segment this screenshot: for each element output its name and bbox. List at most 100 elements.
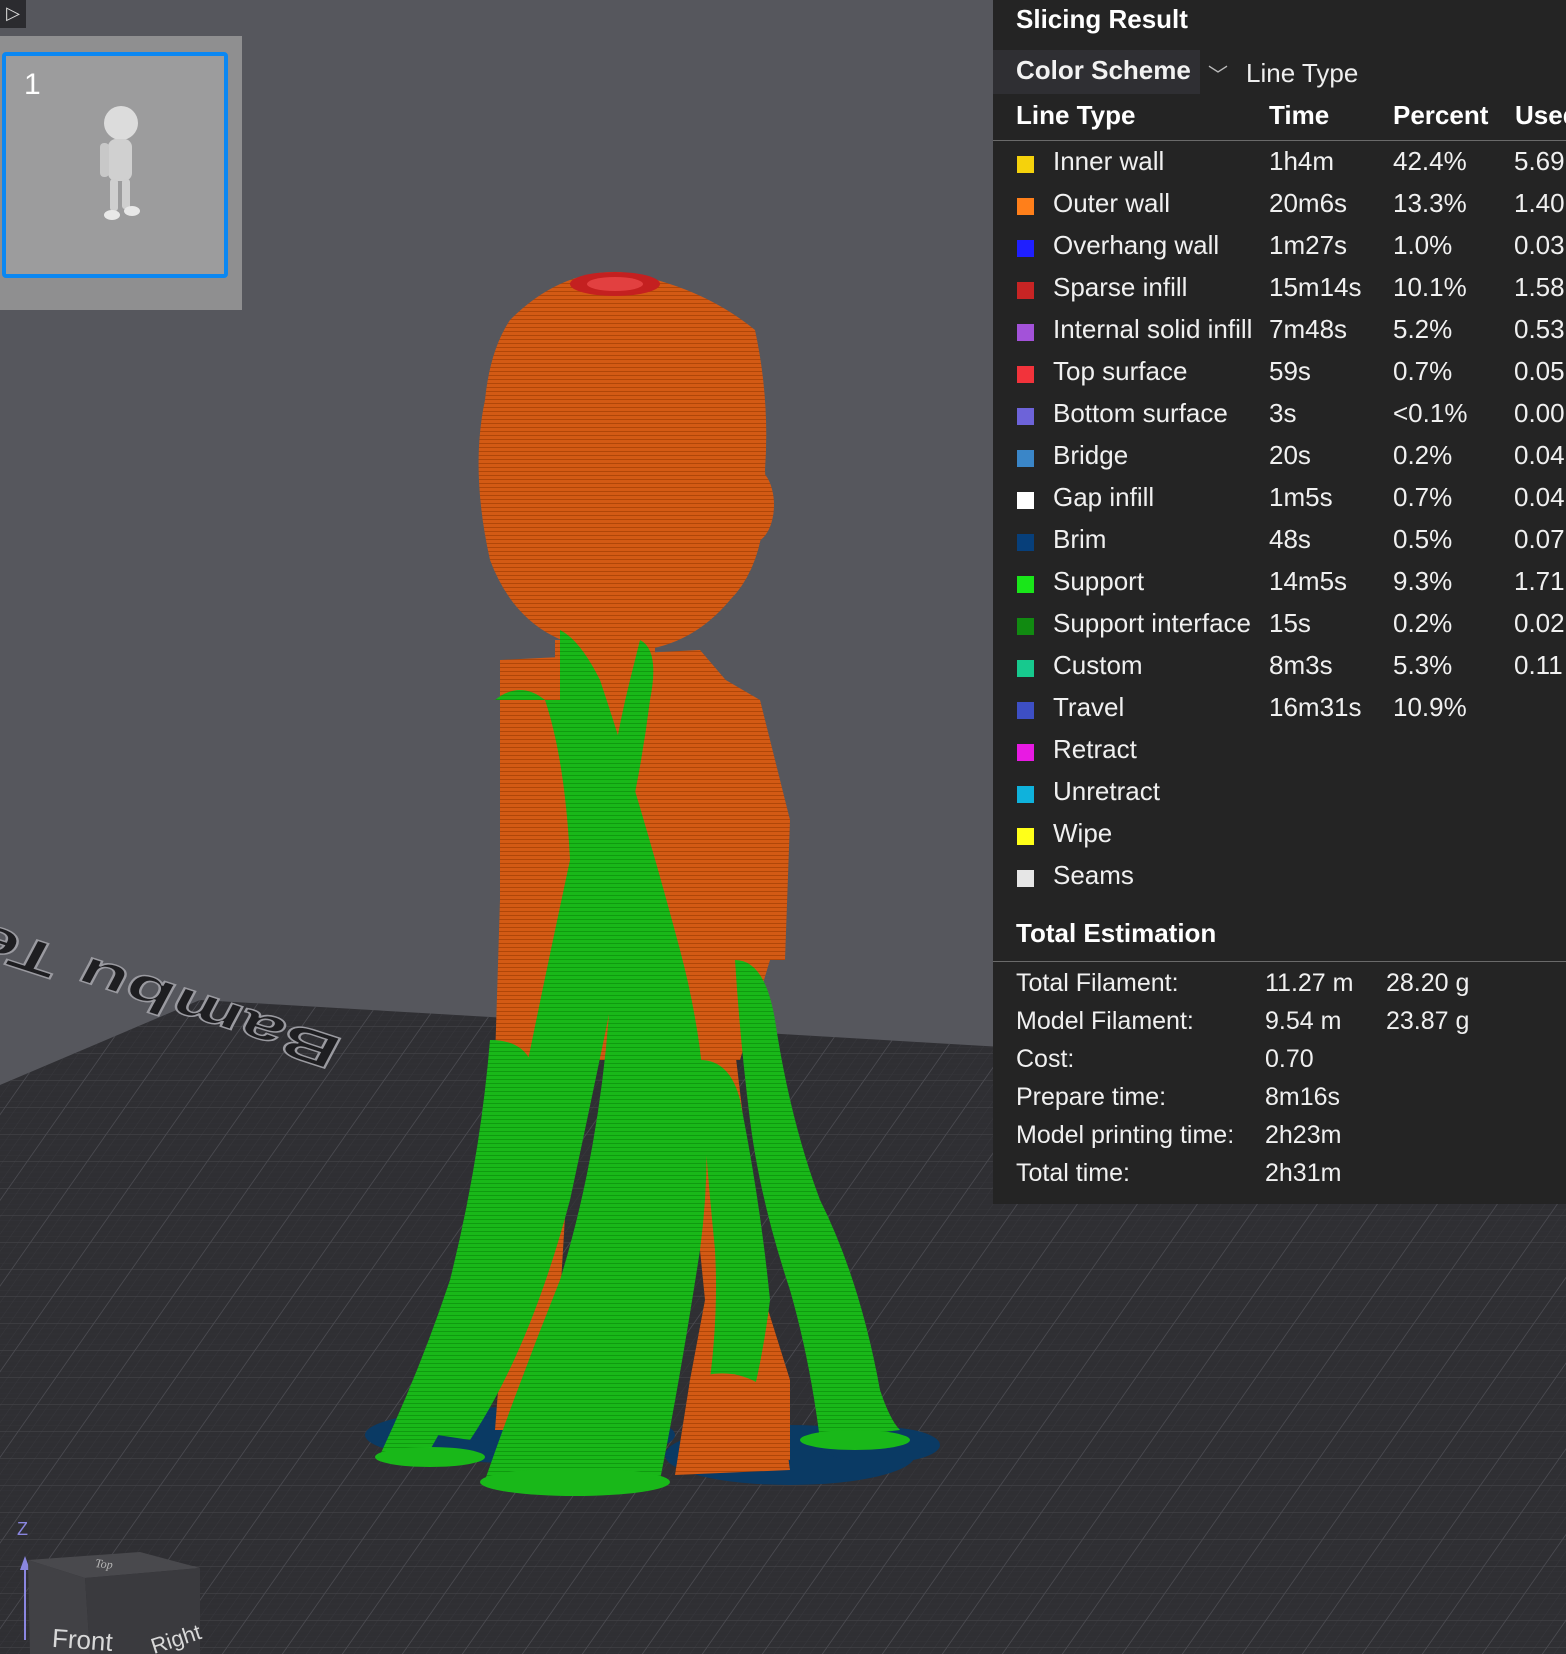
line-type-percent: 0.2% (1393, 440, 1453, 470)
color-swatch-icon[interactable] (1017, 870, 1034, 887)
line-type-row[interactable]: Wipe (993, 814, 1566, 856)
color-swatch-icon[interactable] (1017, 618, 1034, 635)
line-type-row[interactable]: Travel 16m31s 10.9% (993, 688, 1566, 730)
line-type-time: 3s (1269, 398, 1297, 428)
estimation-label: Model Filament: (1016, 1007, 1194, 1035)
plate-number: 1 (24, 68, 41, 101)
estimation-value: 8m16s (1265, 1083, 1341, 1111)
color-swatch-icon[interactable] (1017, 156, 1034, 173)
color-swatch-icon[interactable] (1017, 324, 1034, 341)
estimation-value-secondary: 23.87 g (1386, 1007, 1470, 1035)
color-scheme-value: Line Type (1246, 58, 1359, 88)
estimation-row: Total Filament: 11.27 m 28.20 g (1016, 966, 1566, 1004)
line-type-row[interactable]: Support 14m5s 9.3% 1.71 (993, 562, 1566, 604)
color-swatch-icon[interactable] (1017, 744, 1034, 761)
color-swatch-icon[interactable] (1017, 366, 1034, 383)
line-type-row[interactable]: Sparse infill 15m14s 10.1% 1.58 (993, 268, 1566, 310)
color-swatch-icon[interactable] (1017, 576, 1034, 593)
line-type-used: 0.53 (1514, 314, 1565, 344)
line-type-used: 1.71 (1514, 566, 1565, 596)
estimation-label: Model printing time: (1016, 1121, 1235, 1149)
color-swatch-icon[interactable] (1017, 786, 1034, 803)
line-type-row[interactable]: Retract (993, 730, 1566, 772)
collapse-panel-toggle[interactable]: ▷ (0, 0, 26, 28)
color-swatch-icon[interactable] (1017, 492, 1034, 509)
estimation-label: Prepare time: (1016, 1083, 1167, 1111)
line-type-percent: 0.2% (1393, 608, 1453, 638)
estimation-value: 11.27 m (1265, 969, 1354, 997)
line-type-used: 0.05 (1514, 356, 1565, 386)
color-swatch-icon[interactable] (1017, 450, 1034, 467)
line-type-percent: 0.5% (1393, 524, 1453, 554)
color-swatch-icon[interactable] (1017, 240, 1034, 257)
estimation-row: Prepare time: 8m16s (1016, 1080, 1566, 1118)
line-type-row[interactable]: Internal solid infill 7m48s 5.2% 0.53 (993, 310, 1566, 352)
col-line-type: Line Type (1016, 100, 1136, 130)
line-type-name: Travel (1053, 692, 1125, 722)
cube-top-label: Top (95, 1556, 114, 1572)
line-type-row[interactable]: Custom 8m3s 5.3% 0.11 (993, 646, 1566, 688)
color-swatch-icon[interactable] (1017, 828, 1034, 845)
total-estimation-list: Total Filament: 11.27 m 28.20 g Model Filam… (1016, 966, 1566, 1194)
color-scheme-label: Color Scheme (993, 50, 1200, 94)
z-axis-label: Z (17, 1519, 28, 1539)
color-swatch-icon[interactable] (1017, 534, 1034, 551)
line-type-used: 1.40 (1514, 188, 1565, 218)
line-type-name: Internal solid infill (1053, 314, 1253, 344)
orientation-cube[interactable]: Z Top Front Right (0, 1500, 220, 1654)
line-type-name: Gap infill (1053, 482, 1155, 512)
line-type-name: Overhang wall (1053, 230, 1220, 260)
line-type-row[interactable]: Support interface 15s 0.2% 0.02 (993, 604, 1566, 646)
estimation-row: Model Filament: 9.54 m 23.87 g (1016, 1004, 1566, 1042)
estimation-label: Total time: (1016, 1159, 1130, 1187)
line-type-row[interactable]: Bridge 20s 0.2% 0.04 (993, 436, 1566, 478)
line-type-row[interactable]: Seams (993, 856, 1566, 898)
color-swatch-icon[interactable] (1017, 282, 1034, 299)
line-type-name: Unretract (1053, 776, 1160, 806)
line-type-row[interactable]: Overhang wall 1m27s 1.0% 0.03 (993, 226, 1566, 268)
line-type-time: 1h4m (1269, 146, 1335, 176)
line-type-used: 5.69 (1514, 146, 1565, 176)
cube-front-label: Front (51, 1623, 114, 1654)
line-type-row[interactable]: Gap infill 1m5s 0.7% 0.04 (993, 478, 1566, 520)
line-type-used: 1.58 (1514, 272, 1565, 302)
color-swatch-icon[interactable] (1017, 660, 1034, 677)
color-swatch-icon[interactable] (1017, 702, 1034, 719)
line-type-time: 14m5s (1269, 566, 1348, 596)
line-type-row[interactable]: Outer wall 20m6s 13.3% 1.40 (993, 184, 1566, 226)
line-type-time: 59s (1269, 356, 1311, 386)
line-type-percent: 10.9% (1393, 692, 1467, 722)
line-type-row[interactable]: Inner wall 1h4m 42.4% 5.69 (993, 142, 1566, 184)
col-percent: Percent (1393, 100, 1489, 130)
slicing-result-panel: Slicing Result Color Scheme ﹀ Line Type L… (993, 0, 1566, 1204)
estimation-label: Total Filament: (1016, 969, 1179, 997)
line-type-row[interactable]: Top surface 59s 0.7% 0.05 (993, 352, 1566, 394)
line-type-name: Custom (1053, 650, 1143, 680)
line-type-used: 0.03 (1514, 230, 1565, 260)
color-scheme-dropdown[interactable]: ﹀ Line Type (1208, 52, 1358, 92)
color-swatch-icon[interactable] (1017, 408, 1034, 425)
line-type-time: 1m5s (1269, 482, 1333, 512)
line-type-percent: <0.1% (1393, 398, 1468, 428)
line-type-name: Support (1053, 566, 1145, 596)
line-type-row[interactable]: Bottom surface 3s <0.1% 0.00 (993, 394, 1566, 436)
line-type-percent: 5.3% (1393, 650, 1453, 680)
color-swatch-icon[interactable] (1017, 198, 1034, 215)
line-type-time: 15s (1269, 608, 1311, 638)
line-type-time: 1m27s (1269, 230, 1348, 260)
chevron-down-icon: ﹀ (1208, 65, 1228, 87)
line-type-row[interactable]: Brim 48s 0.5% 0.07 (993, 520, 1566, 562)
line-type-row[interactable]: Unretract (993, 772, 1566, 814)
line-type-used: 0.04 (1514, 440, 1565, 470)
line-type-percent: 10.1% (1393, 272, 1467, 302)
plate-thumbnail[interactable]: 1 (2, 52, 228, 278)
panel-title: Slicing Result (1016, 4, 1188, 34)
line-type-name: Wipe (1053, 818, 1113, 848)
col-time: Time (1269, 100, 1330, 130)
estimation-label: Cost: (1016, 1045, 1075, 1073)
line-type-table-header: Line Type Time Percent Used (993, 98, 1566, 141)
estimation-value-secondary: 28.20 g (1386, 969, 1470, 997)
line-type-time: 15m14s (1269, 272, 1362, 302)
line-type-name: Inner wall (1053, 146, 1165, 176)
estimation-value: 2h31m (1265, 1159, 1342, 1187)
